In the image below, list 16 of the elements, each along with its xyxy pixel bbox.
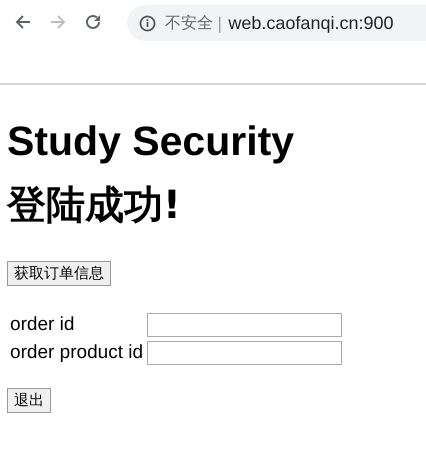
back-arrow-icon [14, 13, 32, 31]
input-field[interactable] [147, 341, 342, 365]
address-bar[interactable]: 不安全 | web.caofanqi.cn:900 [127, 5, 426, 41]
field-label: order id [10, 314, 74, 335]
url-text: web.caofanqi.cn:900 [228, 12, 394, 34]
field-label: order product id [10, 342, 144, 363]
separator: | [217, 14, 222, 32]
success-heading: 登陆成功! [7, 182, 181, 230]
input-field[interactable] [147, 313, 342, 337]
page-title: Study Security [7, 117, 294, 165]
info-icon[interactable] [139, 14, 156, 32]
logout-button[interactable]: 退出 [7, 388, 51, 413]
reload-icon [84, 13, 102, 31]
security-label: 不安全 [165, 12, 213, 34]
fetch-orders-button[interactable]: 获取订单信息 [7, 261, 111, 286]
forward-arrow-icon [49, 13, 67, 31]
